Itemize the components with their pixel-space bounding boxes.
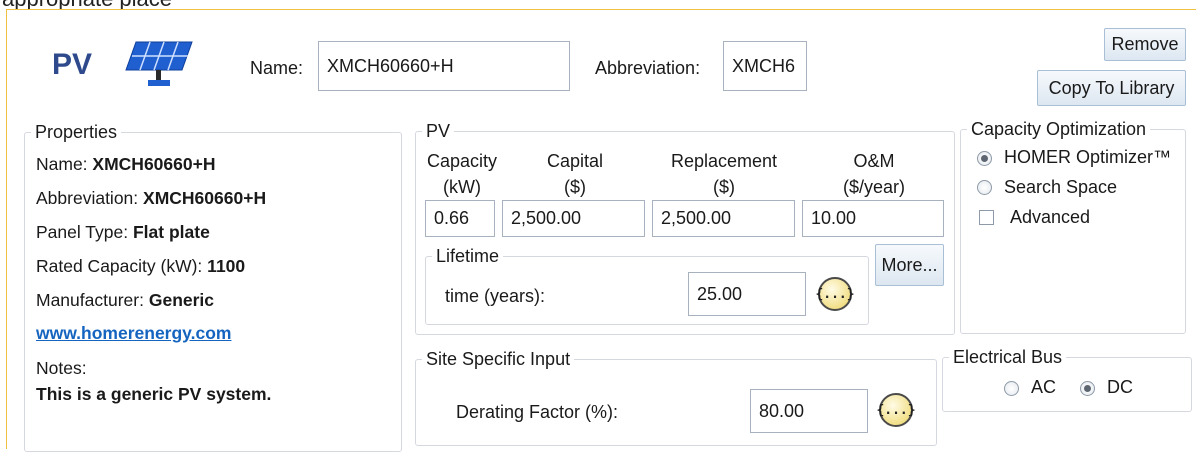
abbreviation-label: Abbreviation:	[595, 58, 701, 78]
property-panel-type: Panel Type: Flat plate	[36, 222, 210, 243]
om-header-line2: ($/year)	[842, 177, 905, 197]
om-header: O&M ($/year)	[822, 148, 926, 200]
property-manufacturer: Manufacturer: Generic	[36, 290, 214, 311]
dc-radio[interactable]	[1080, 381, 1095, 396]
lifetime-curly-braces-icon: {...}	[815, 286, 855, 302]
property-panel-type-value: Flat plate	[132, 222, 210, 242]
more-button[interactable]: More...	[875, 244, 944, 286]
site-specific-input-legend: Site Specific Input	[426, 349, 571, 369]
capital-header-line2: ($)	[564, 177, 586, 197]
property-manufacturer-label: Manufacturer:	[36, 290, 144, 310]
property-manufacturer-value: Generic	[148, 290, 215, 310]
lifetime-input[interactable]: 25.00	[688, 272, 806, 316]
replacement-header-line2: ($)	[713, 177, 735, 197]
derating-factor-input[interactable]: 80.00	[750, 389, 868, 433]
component-title: PV	[52, 48, 93, 81]
property-name-label: Name:	[36, 154, 88, 174]
property-panel-type-label: Panel Type:	[36, 222, 129, 242]
om-header-line1: O&M	[853, 151, 895, 171]
derating-factor-label: Derating Factor (%):	[456, 402, 619, 422]
property-notes-value: This is a generic PV system.	[36, 384, 272, 404]
manufacturer-website-link[interactable]: www.homerenergy.com	[36, 323, 231, 343]
lifetime-sensitivity-button[interactable]: {...}	[815, 277, 855, 311]
copy-to-library-button[interactable]: Copy To Library	[1037, 70, 1186, 106]
property-abbreviation-label: Abbreviation:	[36, 188, 139, 208]
search-space-radio[interactable]	[977, 180, 992, 195]
electrical-bus-legend: Electrical Bus	[953, 347, 1063, 367]
search-space-label: Search Space	[1004, 177, 1118, 197]
homer-optimizer-label: HOMER Optimizer™	[1004, 147, 1172, 167]
pv-costs-legend: PV	[426, 121, 451, 141]
advanced-checkbox[interactable]	[979, 210, 994, 225]
lifetime-legend: Lifetime	[436, 246, 500, 266]
name-input[interactable]: XMCH60660+H	[318, 41, 570, 91]
solar-panel-icon	[124, 38, 196, 90]
advanced-label: Advanced	[1010, 207, 1091, 227]
homer-optimizer-radio[interactable]	[977, 151, 992, 166]
replacement-header: Replacement ($)	[660, 148, 788, 200]
derating-curly-braces-icon: {...}	[876, 402, 916, 418]
capacity-header-line1: Capacity	[426, 151, 498, 171]
property-abbreviation-value: XMCH60660+H	[143, 188, 267, 208]
properties-legend: Properties	[35, 122, 118, 142]
capital-header: Capital ($)	[525, 148, 625, 200]
capital-input[interactable]: 2,500.00	[502, 200, 645, 237]
remove-button[interactable]: Remove	[1104, 28, 1186, 61]
capacity-header-line2: (kW)	[443, 177, 481, 197]
abbreviation-input[interactable]: XMCH6	[723, 41, 807, 91]
lifetime-label: time (years):	[445, 286, 546, 306]
property-name-value: XMCH60660+H	[92, 154, 216, 174]
property-rated-capacity-value: 1100	[207, 256, 246, 276]
replacement-header-line1: Replacement	[670, 151, 778, 171]
om-input[interactable]: 10.00	[802, 200, 944, 237]
property-name: Name: XMCH60660+H	[36, 154, 215, 175]
capacity-header: Capacity (kW)	[416, 148, 508, 200]
ac-radio[interactable]	[1004, 381, 1019, 396]
property-rated-capacity: Rated Capacity (kW): 1100	[36, 256, 245, 277]
capital-header-line1: Capital	[546, 151, 604, 171]
dc-label: DC	[1107, 377, 1133, 397]
capacity-optimization-legend: Capacity Optimization	[971, 119, 1147, 139]
property-notes-label: Notes:	[36, 358, 87, 378]
derating-sensitivity-button[interactable]: {...}	[876, 393, 916, 427]
property-abbreviation: Abbreviation: XMCH60660+H	[36, 188, 266, 209]
replacement-input[interactable]: 2,500.00	[652, 200, 795, 237]
capacity-input[interactable]: 0.66	[425, 200, 495, 237]
property-website: www.homerenergy.com	[36, 323, 231, 344]
electrical-bus-group: Electrical Bus	[942, 347, 1192, 412]
property-rated-capacity-label: Rated Capacity (kW):	[36, 256, 203, 276]
ac-label: AC	[1031, 377, 1057, 397]
solar-panel-icon-svg	[125, 41, 193, 86]
name-label: Name:	[250, 58, 304, 78]
